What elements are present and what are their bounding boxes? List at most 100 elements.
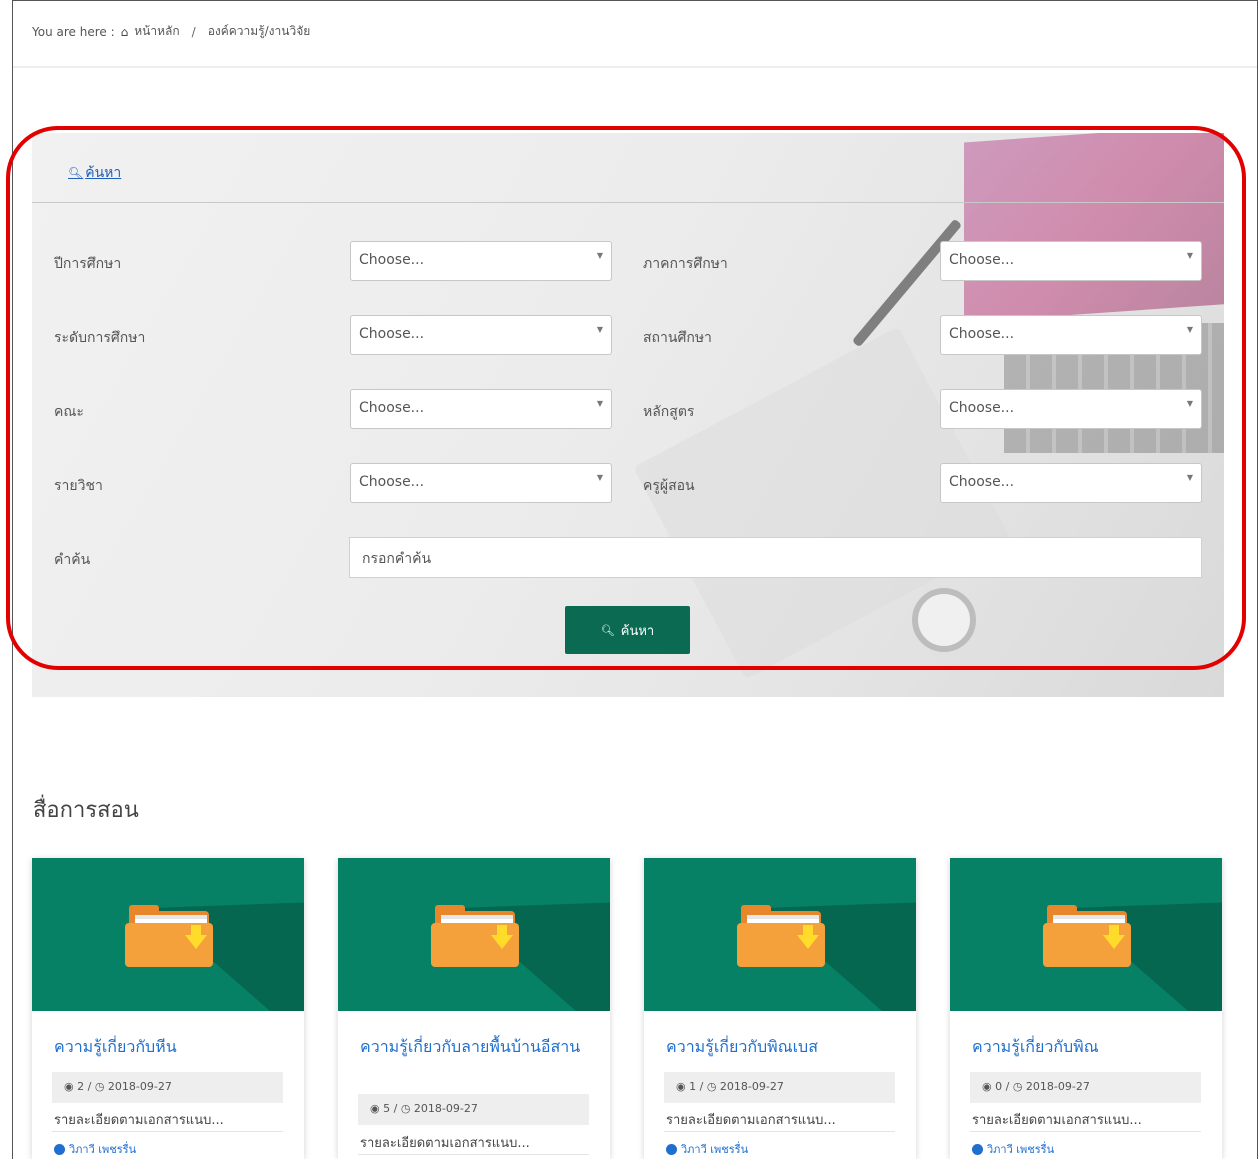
eye-icon: ◉ xyxy=(370,1102,380,1115)
card-date: 2018-09-27 xyxy=(107,1080,172,1093)
semester-select[interactable]: Choose... ▼ xyxy=(940,241,1202,281)
curriculum-select[interactable]: Choose... ▼ xyxy=(940,389,1202,429)
section-title: สื่อการสอน xyxy=(33,798,139,823)
author-name: วิภาวี เพชรรื่น xyxy=(681,1143,749,1156)
card-date: 2018-09-27 xyxy=(413,1102,478,1115)
clock-icon: ◷ xyxy=(94,1080,105,1093)
card-meta: ◉ 5 / ◷ 2018-09-27 xyxy=(358,1094,589,1125)
eye-icon: ◉ xyxy=(64,1080,74,1093)
keyword-label: คำค้น xyxy=(54,552,91,568)
search-toggle-label: ค้นหา xyxy=(85,165,122,181)
instructor-label: ครูผู้สอน xyxy=(643,478,695,494)
institution-select[interactable]: Choose... ▼ xyxy=(940,315,1202,355)
folder-download-icon xyxy=(737,905,825,967)
keyword-placeholder: กรอกคำค้น xyxy=(362,551,432,567)
author-name: วิภาวี เพชรรื่น xyxy=(69,1143,137,1156)
card-meta: ◉ 0 / ◷ 2018-09-27 xyxy=(970,1072,1201,1103)
background-watch-image xyxy=(912,588,976,652)
card-meta: ◉ 1 / ◷ 2018-09-27 xyxy=(664,1072,895,1103)
card-description: รายละเอียดตามเอกสารแนบ... xyxy=(666,1113,836,1128)
clock-icon: ◷ xyxy=(1012,1080,1023,1093)
card-divider xyxy=(52,1131,283,1132)
media-card[interactable]: ความรู้เกี่ยวกับพิณเบส ◉ 1 / ◷ 2018-09-2… xyxy=(644,858,916,1159)
breadcrumb-home-link[interactable]: หน้าหลัก xyxy=(134,22,179,41)
institution-label: สถานศึกษา xyxy=(643,330,712,346)
search-button[interactable]: 🔍︎ ค้นหา xyxy=(565,606,690,654)
chevron-down-icon: ▼ xyxy=(1186,399,1193,408)
curriculum-label: หลักสูตร xyxy=(643,404,695,420)
chevron-down-icon: ▼ xyxy=(596,399,603,408)
card-divider xyxy=(970,1131,1201,1132)
education-level-value: Choose... xyxy=(359,326,425,342)
chevron-down-icon: ▼ xyxy=(596,473,603,482)
education-level-select[interactable]: Choose... ▼ xyxy=(350,315,612,355)
breadcrumb-prefix: You are here : xyxy=(32,24,115,39)
folder-download-icon xyxy=(1043,905,1131,967)
card-author[interactable]: วิภาวี เพชรรื่น xyxy=(666,1140,748,1158)
author-name: วิภาวี เพชรรื่น xyxy=(987,1143,1055,1156)
media-card[interactable]: ความรู้เกี่ยวกับลายพื้นบ้านอีสาน ◉ 5 / ◷… xyxy=(338,858,610,1159)
breadcrumb-divider xyxy=(13,66,1257,68)
search-icon: 🔍︎ xyxy=(68,166,84,180)
eye-icon: ◉ xyxy=(676,1080,686,1093)
search-panel-header: 🔍︎ ค้นหา xyxy=(32,133,1224,203)
breadcrumb: You are here : ⌂ หน้าหลัก / องค์ความรู้/… xyxy=(32,22,310,41)
user-icon xyxy=(54,1143,65,1155)
card-author[interactable]: วิภาวี เพชรรื่น xyxy=(54,1140,136,1158)
chevron-down-icon: ▼ xyxy=(1186,325,1193,334)
instructor-select[interactable]: Choose... ▼ xyxy=(940,463,1202,503)
chevron-down-icon: ▼ xyxy=(1186,251,1193,260)
card-thumbnail[interactable] xyxy=(338,858,610,1011)
view-count: 0 xyxy=(995,1080,1003,1093)
semester-label: ภาคการศึกษา xyxy=(643,256,728,272)
search-toggle-link[interactable]: 🔍︎ ค้นหา xyxy=(68,162,121,184)
card-divider xyxy=(358,1154,589,1155)
academic-year-select[interactable]: Choose... ▼ xyxy=(350,241,612,281)
faculty-select[interactable]: Choose... ▼ xyxy=(350,389,612,429)
academic-year-value: Choose... xyxy=(359,252,425,268)
user-icon xyxy=(666,1143,677,1155)
search-icon: 🔍︎ xyxy=(600,624,615,637)
media-card[interactable]: ความรู้เกี่ยวกับพิณ ◉ 0 / ◷ 2018-09-27 ร… xyxy=(950,858,1222,1159)
eye-icon: ◉ xyxy=(982,1080,992,1093)
folder-download-icon xyxy=(431,905,519,967)
home-icon[interactable]: ⌂ xyxy=(121,25,129,39)
card-author[interactable]: วิภาวี เพชรรื่น xyxy=(972,1140,1054,1158)
card-description: รายละเอียดตามเอกสารแนบ... xyxy=(54,1113,224,1128)
institution-value: Choose... xyxy=(949,326,1015,342)
course-label: รายวิชา xyxy=(54,478,103,494)
card-description: รายละเอียดตามเอกสารแนบ... xyxy=(972,1113,1142,1128)
card-thumbnail[interactable] xyxy=(644,858,916,1011)
curriculum-value: Choose... xyxy=(949,400,1015,416)
breadcrumb-separator: / xyxy=(191,24,196,39)
search-panel: 🔍︎ ค้นหา ปีการศึกษา Choose... ▼ ภาคการศึ… xyxy=(32,133,1224,697)
card-title[interactable]: ความรู้เกี่ยวกับพิณ xyxy=(972,1036,1207,1057)
card-title[interactable]: ความรู้เกี่ยวกับพิณเบส xyxy=(666,1036,901,1057)
view-count: 1 xyxy=(689,1080,697,1093)
card-date: 2018-09-27 xyxy=(1025,1080,1090,1093)
user-icon xyxy=(972,1143,983,1155)
keyword-input[interactable]: กรอกคำค้น xyxy=(349,537,1202,578)
chevron-down-icon: ▼ xyxy=(596,325,603,334)
semester-value: Choose... xyxy=(949,252,1015,268)
card-thumbnail[interactable] xyxy=(32,858,304,1011)
course-value: Choose... xyxy=(359,474,425,490)
search-button-label: ค้นหา xyxy=(620,622,655,638)
media-card[interactable]: ความรู้เกี่ยวกับหีน ◉ 2 / ◷ 2018-09-27 ร… xyxy=(32,858,304,1159)
instructor-value: Choose... xyxy=(949,474,1015,490)
course-select[interactable]: Choose... ▼ xyxy=(350,463,612,503)
education-level-label: ระดับการศึกษา xyxy=(54,330,146,346)
card-divider xyxy=(664,1131,895,1132)
clock-icon: ◷ xyxy=(400,1102,411,1115)
card-date: 2018-09-27 xyxy=(719,1080,784,1093)
clock-icon: ◷ xyxy=(706,1080,717,1093)
folder-download-icon xyxy=(125,905,213,967)
card-title[interactable]: ความรู้เกี่ยวกับหีน xyxy=(54,1036,289,1057)
card-thumbnail[interactable] xyxy=(950,858,1222,1011)
view-count: 5 xyxy=(383,1102,391,1115)
card-meta: ◉ 2 / ◷ 2018-09-27 xyxy=(52,1072,283,1103)
academic-year-label: ปีการศึกษา xyxy=(54,256,122,272)
card-title[interactable]: ความรู้เกี่ยวกับลายพื้นบ้านอีสาน xyxy=(360,1036,595,1057)
card-description: รายละเอียดตามเอกสารแนบ... xyxy=(360,1136,530,1151)
faculty-value: Choose... xyxy=(359,400,425,416)
